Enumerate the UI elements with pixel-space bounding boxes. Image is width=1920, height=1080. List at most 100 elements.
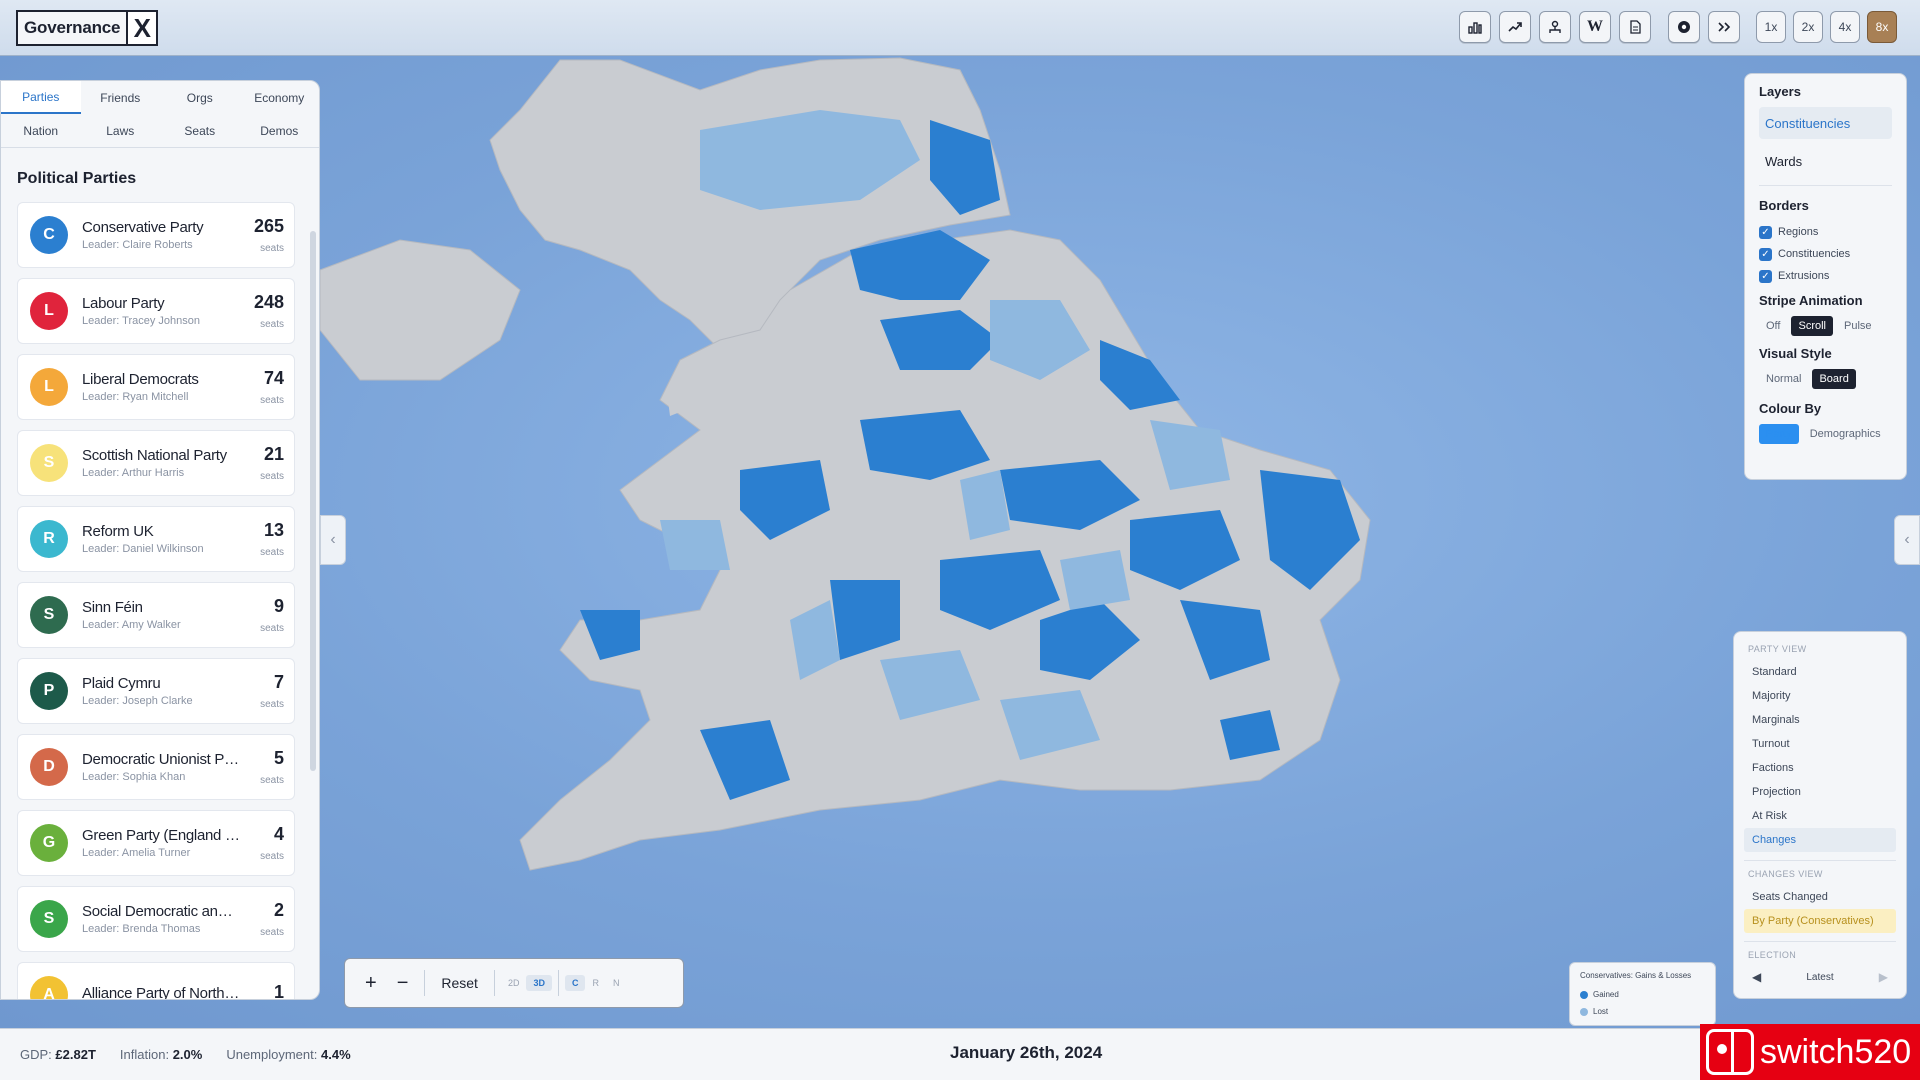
- party-seat-label: seats: [260, 927, 284, 938]
- border-constituencies-checkbox[interactable]: ✓ Constituencies: [1759, 243, 1892, 265]
- view-3d-button[interactable]: 3D: [526, 975, 552, 991]
- border-extrusions-checkbox[interactable]: ✓ Extrusions: [1759, 265, 1892, 287]
- mode-n-button[interactable]: N: [606, 975, 627, 991]
- people-icon[interactable]: [1539, 11, 1571, 43]
- triangle-right-icon[interactable]: ▶: [1879, 970, 1888, 984]
- party-card[interactable]: A Alliance Party of Norther... 1: [17, 962, 295, 1000]
- party-name: Sinn Féin: [82, 599, 143, 616]
- party-seat-count: 1: [273, 981, 284, 1000]
- fast-forward-icon[interactable]: [1708, 11, 1740, 43]
- party-avatar: S: [30, 596, 68, 634]
- tab-laws[interactable]: Laws: [81, 114, 161, 147]
- party-card[interactable]: L Liberal Democrats Leader: Ryan Mitchell 7…: [17, 354, 295, 420]
- party-card[interactable]: S Social Democratic and L... Leader: Brend…: [17, 886, 295, 952]
- party-view-turnout[interactable]: Turnout: [1744, 732, 1896, 756]
- checkmark-icon: ✓: [1759, 247, 1772, 261]
- border-regions-checkbox[interactable]: ✓ Regions: [1759, 221, 1892, 243]
- speed-2x-button[interactable]: 2x: [1793, 11, 1823, 43]
- layers-panel: Layers Constituencies Wards Borders ✓ Re…: [1744, 73, 1907, 480]
- party-card[interactable]: D Democratic Unionist Par... Leader: Sophi…: [17, 734, 295, 800]
- changes-seats-changed[interactable]: Seats Changed: [1744, 885, 1896, 909]
- left-collapse-handle[interactable]: ‹: [320, 515, 346, 565]
- party-card[interactable]: S Scottish National Party Leader: Arthur H…: [17, 430, 295, 496]
- unemployment-label: Unemployment:: [226, 1047, 318, 1062]
- reset-button[interactable]: Reset: [431, 975, 488, 991]
- changes-by-party[interactable]: By Party (Conservatives): [1744, 909, 1896, 933]
- logo-x-mark: X: [126, 12, 157, 44]
- party-seat-count: 265: [253, 216, 284, 236]
- party-seat-count: 74: [263, 368, 284, 388]
- party-seats: 74 seats: [240, 368, 284, 406]
- app-title: Governance: [24, 18, 121, 37]
- northern-ireland-region[interactable]: [319, 239, 521, 381]
- party-seat-label: seats: [260, 699, 284, 710]
- zoom-out-button[interactable]: −: [387, 972, 419, 995]
- party-card[interactable]: R Reform UK Leader: Daniel Wilkinson 13 seat…: [17, 506, 295, 572]
- party-view-standard[interactable]: Standard: [1744, 660, 1896, 684]
- party-view-marginals[interactable]: Marginals: [1744, 708, 1896, 732]
- party-info: Liberal Democrats Leader: Ryan Mitchell: [82, 371, 240, 403]
- stripe-off-option[interactable]: Off: [1759, 316, 1787, 336]
- gdp-label: GDP:: [20, 1047, 52, 1062]
- wikipedia-icon[interactable]: W: [1579, 11, 1611, 43]
- unemployment-value: 4.4%: [321, 1047, 351, 1062]
- colour-demographics-option[interactable]: Demographics: [1803, 424, 1888, 444]
- party-name: Democratic Unionist Par...: [82, 751, 240, 768]
- tab-seats[interactable]: Seats: [160, 114, 240, 147]
- party-card[interactable]: S Sinn Féin Leader: Amy Walker 9 seats: [17, 582, 295, 648]
- map-controls: + − Reset 2D 3D C R N: [344, 958, 684, 1008]
- party-view-projection[interactable]: Projection: [1744, 780, 1896, 804]
- record-icon[interactable]: [1668, 11, 1700, 43]
- party-name: Alliance Party of Norther...: [82, 985, 240, 1000]
- tab-orgs[interactable]: Orgs: [160, 81, 240, 114]
- stripe-pulse-option[interactable]: Pulse: [1837, 316, 1879, 336]
- colour-party-option[interactable]: Party: [1759, 424, 1799, 444]
- party-card[interactable]: G Green Party (England an... Leader: Ameli…: [17, 810, 295, 876]
- speed-8x-button[interactable]: 8x: [1867, 11, 1897, 43]
- tab-parties[interactable]: Parties: [1, 81, 81, 114]
- tab-nation[interactable]: Nation: [1, 114, 81, 147]
- right-collapse-handle[interactable]: ‹: [1894, 515, 1920, 565]
- tab-demos[interactable]: Demos: [240, 114, 320, 147]
- mode-r-button[interactable]: R: [585, 975, 606, 991]
- game-date: January 26th, 2024: [950, 1043, 1103, 1062]
- party-leader: Leader: Amy Walker: [82, 619, 181, 631]
- triangle-left-icon[interactable]: ◀: [1752, 970, 1761, 984]
- tab-economy[interactable]: Economy: [240, 81, 320, 114]
- switch-logo-icon: [1706, 1029, 1754, 1075]
- tabs-row-primary: Parties Friends Orgs Economy: [1, 81, 319, 114]
- stripe-scroll-option[interactable]: Scroll: [1791, 316, 1833, 336]
- party-card[interactable]: P Plaid Cymru Leader: Joseph Clarke 7 seats: [17, 658, 295, 724]
- trend-icon[interactable]: [1499, 11, 1531, 43]
- layer-constituencies[interactable]: Constituencies: [1759, 107, 1892, 139]
- party-leader: Leader: Brenda Thomas: [82, 923, 201, 935]
- party-view-changes[interactable]: Changes: [1744, 828, 1896, 852]
- stripe-animation-title: Stripe Animation: [1759, 293, 1863, 308]
- party-list-scrollbar[interactable]: [310, 231, 316, 771]
- zoom-in-button[interactable]: +: [355, 972, 387, 995]
- speed-4x-button[interactable]: 4x: [1830, 11, 1860, 43]
- party-view-panel: PARTY VIEW Standard Majority Marginals Turn…: [1733, 631, 1907, 999]
- speed-1x-button[interactable]: 1x: [1756, 11, 1786, 43]
- party-info: Green Party (England an... Leader: Amelia…: [82, 827, 240, 859]
- layer-wards[interactable]: Wards: [1759, 145, 1892, 177]
- party-view-majority[interactable]: Majority: [1744, 684, 1896, 708]
- chevron-left-icon: ‹: [330, 531, 336, 548]
- party-info: Reform UK Leader: Daniel Wilkinson: [82, 523, 240, 555]
- document-icon[interactable]: [1619, 11, 1651, 43]
- section-title: Political Parties: [17, 170, 137, 187]
- party-info: Sinn Féin Leader: Amy Walker: [82, 599, 240, 631]
- tab-friends[interactable]: Friends: [81, 81, 161, 114]
- app-logo[interactable]: Governance X: [16, 10, 159, 46]
- party-seat-count: 9: [273, 596, 284, 616]
- bar-chart-icon[interactable]: [1459, 11, 1491, 43]
- view-2d-button[interactable]: 2D: [501, 975, 527, 991]
- party-card[interactable]: L Labour Party Leader: Tracey Johnson 248 se…: [17, 278, 295, 344]
- mode-c-button[interactable]: C: [564, 975, 586, 991]
- party-view-at-risk[interactable]: At Risk: [1744, 804, 1896, 828]
- party-view-factions[interactable]: Factions: [1744, 756, 1896, 780]
- visual-normal-option[interactable]: Normal: [1759, 369, 1808, 389]
- party-card[interactable]: C Conservative Party Leader: Claire Robert…: [17, 202, 295, 268]
- visual-board-option[interactable]: Board: [1812, 369, 1856, 389]
- party-avatar: S: [30, 444, 68, 482]
